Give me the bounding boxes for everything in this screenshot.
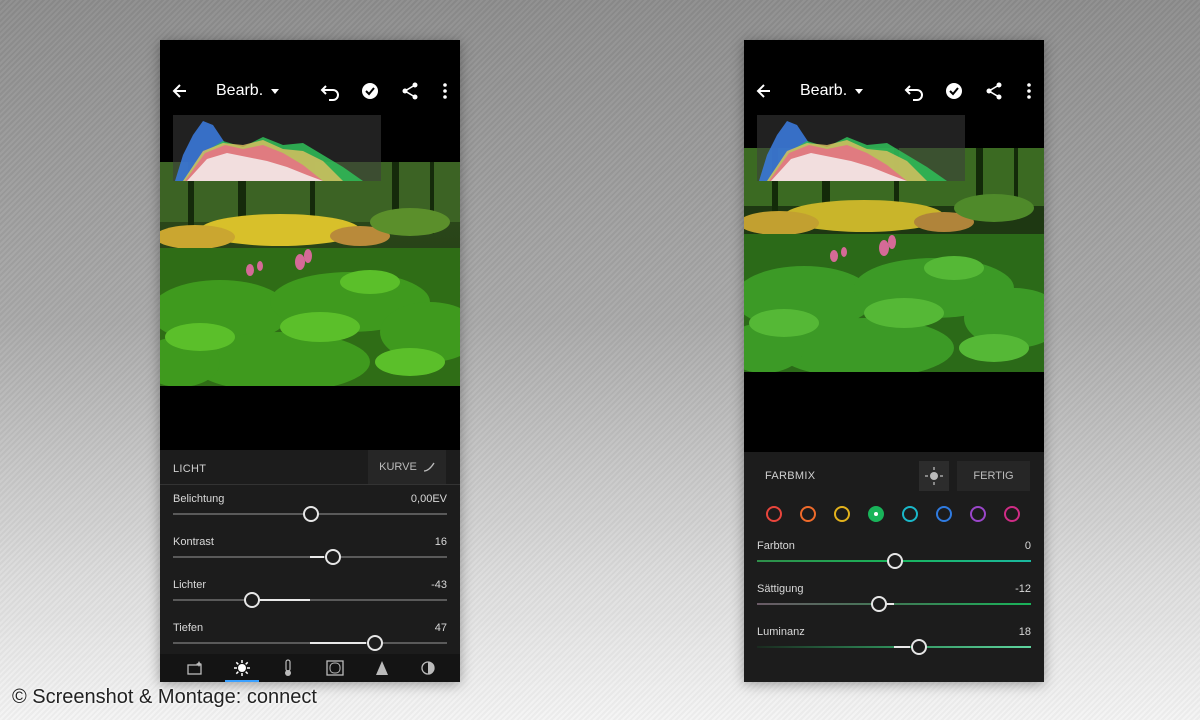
- slider-thumb[interactable]: [887, 553, 903, 569]
- color-swatch-green[interactable]: [868, 506, 884, 522]
- slider-label: Lichter: [173, 579, 207, 591]
- optics-tool[interactable]: [417, 658, 439, 678]
- slider-thumb[interactable]: [325, 549, 341, 565]
- undo-icon[interactable]: [320, 81, 340, 101]
- slider-value: 0: [1024, 540, 1031, 552]
- slider-thumb[interactable]: [367, 635, 383, 651]
- histogram: [173, 115, 381, 181]
- crosshair-icon: [925, 467, 943, 485]
- slider-track: [757, 603, 1031, 605]
- slider-fill: [894, 646, 910, 648]
- back-arrow-icon[interactable]: [756, 81, 772, 101]
- section-label-licht: LICHT: [173, 463, 207, 475]
- slider-fill: [257, 599, 310, 601]
- dropdown-caret-icon: [271, 88, 280, 94]
- photo-preview: [160, 162, 460, 386]
- edit-title: Bearb.: [216, 82, 264, 99]
- slider-label: Luminanz: [757, 626, 805, 638]
- section-header: FARBMIX FERTIG: [744, 452, 1044, 500]
- slider-value: 47: [434, 622, 447, 634]
- edit-menu-dropdown[interactable]: Bearb.: [800, 82, 864, 100]
- slider-thumb[interactable]: [871, 596, 887, 612]
- phone-screen-right: Bearb. FARBMIX FERTIG Farbton 0 Sättigun…: [744, 40, 1044, 682]
- slider-hue[interactable]: Farbton 0: [757, 540, 1031, 583]
- section-label-farbmix: FARBMIX: [765, 470, 816, 482]
- more-vertical-icon[interactable]: [435, 81, 455, 101]
- auto-tool[interactable]: [184, 658, 206, 678]
- detail-tool[interactable]: [371, 658, 393, 678]
- share-icon[interactable]: [400, 81, 420, 101]
- thermometer-icon: [285, 659, 291, 676]
- curve-button-label: KURVE: [379, 461, 417, 473]
- edit-panel-light: LICHT KURVE Belichtung 0,00EV Kontrast 1…: [160, 450, 460, 682]
- curve-button[interactable]: KURVE: [368, 450, 446, 484]
- edit-menu-dropdown[interactable]: Bearb.: [216, 82, 280, 100]
- slider-label: Belichtung: [173, 493, 225, 505]
- sun-icon: [234, 660, 250, 676]
- targeted-adjustment-button[interactable]: [919, 461, 949, 491]
- slider-value: -12: [1015, 583, 1031, 595]
- slider-value: 0,00EV: [410, 493, 447, 505]
- auto-icon: [187, 661, 202, 675]
- slider-track: [173, 599, 447, 601]
- undo-icon[interactable]: [904, 81, 924, 101]
- slider-highlights[interactable]: Lichter -43: [173, 579, 447, 622]
- color-swatch-aqua[interactable]: [902, 506, 918, 522]
- slider-label: Sättigung: [757, 583, 804, 595]
- slider-value: 16: [434, 536, 447, 548]
- color-swatch-blue[interactable]: [936, 506, 952, 522]
- divider: [160, 484, 460, 485]
- slider-saturation[interactable]: Sättigung -12: [757, 583, 1031, 626]
- light-tool[interactable]: [225, 658, 259, 682]
- tool-bar: [160, 654, 460, 682]
- triangle-icon: [376, 661, 388, 675]
- color-mix-panel: FARBMIX FERTIG Farbton 0 Sättigung -12 L…: [744, 452, 1044, 682]
- slider-thumb[interactable]: [244, 592, 260, 608]
- lens-icon: [421, 661, 435, 675]
- slider-label: Farbton: [757, 540, 795, 552]
- more-vertical-icon[interactable]: [1019, 81, 1039, 101]
- slider-exposure[interactable]: Belichtung 0,00EV: [173, 493, 447, 536]
- slider-fill: [310, 642, 366, 644]
- histogram: [757, 115, 965, 181]
- edit-title: Bearb.: [800, 82, 848, 99]
- slider-fill: [310, 556, 324, 558]
- slider-value: 18: [1018, 626, 1031, 638]
- color-swatch-purple[interactable]: [970, 506, 986, 522]
- slider-thumb[interactable]: [911, 639, 927, 655]
- curve-icon: [423, 462, 435, 472]
- color-swatch-orange[interactable]: [800, 506, 816, 522]
- slider-label: Kontrast: [173, 536, 214, 548]
- image-credit: © Screenshot & Montage: connect: [12, 686, 317, 708]
- phone-screen-left: Bearb. LICHT KURVE Belichtung 0,00EV Kon…: [160, 40, 460, 682]
- slider-label: Tiefen: [173, 622, 204, 634]
- check-circle-icon[interactable]: [944, 81, 964, 101]
- color-tool[interactable]: [277, 658, 299, 678]
- dropdown-caret-icon: [855, 88, 864, 94]
- slider-luminance[interactable]: Luminanz 18: [757, 626, 1031, 669]
- back-arrow-icon[interactable]: [172, 81, 188, 101]
- slider-contrast[interactable]: Kontrast 16: [173, 536, 447, 579]
- color-swatch-magenta[interactable]: [1004, 506, 1020, 522]
- color-swatch-red[interactable]: [766, 506, 782, 522]
- effects-tool[interactable]: [324, 658, 346, 678]
- photo-preview: [744, 148, 1044, 372]
- color-swatch-yellow[interactable]: [834, 506, 850, 522]
- slider-value: -43: [431, 579, 447, 591]
- share-icon[interactable]: [984, 81, 1004, 101]
- check-circle-icon[interactable]: [360, 81, 380, 101]
- slider-thumb[interactable]: [303, 506, 319, 522]
- done-button[interactable]: FERTIG: [957, 461, 1030, 491]
- vignette-icon: [326, 660, 344, 676]
